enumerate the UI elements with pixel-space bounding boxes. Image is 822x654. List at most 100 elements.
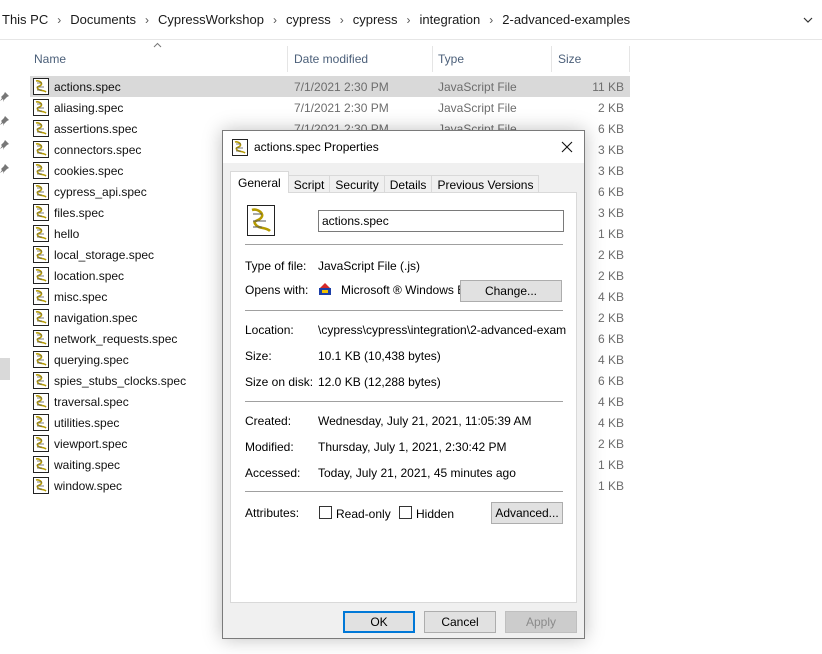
file-size: 11 KB [592,79,624,94]
breadcrumb-item[interactable]: cypress [353,12,398,27]
ok-button[interactable]: OK [343,611,415,633]
javascript-file-icon [33,414,49,431]
file-row[interactable]: aliasing.spec 7/1/2021 2:30 PM JavaScript … [30,97,630,118]
read-only-checkbox[interactable] [319,506,332,519]
file-name: local_storage.spec [54,247,155,262]
general-tab-panel: actions.spec Type of file: JavaScript Fi… [230,192,577,603]
tab-details[interactable]: Details [383,175,433,193]
breadcrumb-item[interactable]: CypressWorkshop [158,12,264,27]
type-of-file-value: JavaScript File (.js) [318,259,421,273]
breadcrumb-separator-icon[interactable]: › [57,13,61,27]
breadcrumb-item[interactable]: cypress [286,12,331,27]
column-divider[interactable] [287,46,288,72]
file-name: waiting.spec [54,457,121,472]
apply-button[interactable]: Apply [505,611,577,633]
change-button[interactable]: Change... [460,280,562,302]
javascript-file-icon [33,309,49,326]
modified-value: Thursday, July 1, 2021, 2:30:42 PM [318,440,507,454]
file-name: cookies.spec [54,163,124,178]
file-size: 2 KB [597,310,624,325]
opens-with-value: Microsoft ® Windows B [341,283,466,297]
file-name: navigation.spec [54,310,138,325]
column-header-date-modified[interactable]: Date modified [294,48,429,70]
file-name: misc.spec [54,289,108,304]
file-type: JavaScript File [438,100,517,115]
tab-security[interactable]: Security [329,175,385,193]
file-size: 4 KB [597,352,624,367]
tab-previous-versions[interactable]: Previous Versions [431,175,540,193]
column-divider[interactable] [629,46,630,72]
separator-line [245,401,563,402]
location-value[interactable]: \cypress\cypress\integration\2-advanced-… [318,323,566,337]
accessed-label: Accessed: [245,466,301,480]
javascript-file-icon [33,393,49,410]
breadcrumb-separator-icon[interactable]: › [145,13,149,27]
file-name: network_requests.spec [54,331,178,346]
javascript-file-icon [33,267,49,284]
nav-selected-item[interactable] [0,358,10,380]
javascript-file-icon [33,435,49,452]
size-on-disk-label: Size on disk: [245,375,314,389]
size-on-disk-value: 12.0 KB (12,288 bytes) [318,375,441,389]
filename-field[interactable]: actions.spec [318,210,564,232]
separator-line [245,491,563,492]
windows-script-host-icon [319,283,331,295]
file-size: 4 KB [597,415,624,430]
javascript-file-icon [33,372,49,389]
breadcrumb-separator-icon[interactable]: › [273,13,277,27]
file-size: 2 KB [597,100,624,115]
javascript-file-icon [33,246,49,263]
file-row[interactable]: actions.spec 7/1/2021 2:30 PM JavaScript F… [30,76,630,97]
column-divider[interactable] [432,46,433,72]
read-only-label[interactable]: Read-only [336,507,391,521]
breadcrumb: This PC › Documents › CypressWorkshop › cypres… [0,0,630,39]
dialog-title-bar[interactable]: actions.spec Properties [223,131,584,163]
close-button[interactable] [550,131,584,163]
file-size: 4 KB [597,394,624,409]
file-name: aliasing.spec [54,100,124,115]
pin-icon [0,140,9,150]
file-name: connectors.spec [54,142,142,157]
modified-label: Modified: [245,440,294,454]
javascript-file-icon [33,351,49,368]
breadcrumb-item[interactable]: integration [420,12,481,27]
javascript-file-icon [232,139,248,156]
hidden-checkbox[interactable] [399,506,412,519]
file-name: traversal.spec [54,394,129,409]
breadcrumb-item[interactable]: This PC [2,12,48,27]
file-size: 6 KB [597,184,624,199]
breadcrumb-separator-icon[interactable]: › [489,13,493,27]
column-header-name[interactable]: Name [34,48,284,70]
address-bar[interactable]: This PC › Documents › CypressWorkshop › cypres… [0,0,822,40]
javascript-file-icon [33,330,49,347]
breadcrumb-item[interactable]: Documents [70,12,136,27]
file-size: 1 KB [597,478,624,493]
file-name: assertions.spec [54,121,138,136]
column-divider[interactable] [551,46,552,72]
location-label: Location: [245,323,294,337]
properties-dialog: actions.spec Properties General Script Sec… [222,130,585,639]
file-name: hello [54,226,80,241]
javascript-file-icon [33,204,49,221]
column-header-size[interactable]: Size [558,48,628,70]
column-header-type[interactable]: Type [438,48,546,70]
file-name: cypress_api.spec [54,184,147,199]
file-name: actions.spec [54,79,121,94]
javascript-file-icon [33,477,49,494]
breadcrumb-separator-icon[interactable]: › [340,13,344,27]
tab-script[interactable]: Script [287,175,331,193]
hidden-label[interactable]: Hidden [416,507,454,521]
file-size: 6 KB [597,331,624,346]
chevron-down-icon[interactable] [802,14,814,26]
pin-icon [0,92,9,102]
advanced-button[interactable]: Advanced... [491,502,563,524]
tab-general[interactable]: General [230,171,289,193]
file-size: 6 KB [597,121,624,136]
breadcrumb-item[interactable]: 2-advanced-examples [502,12,630,27]
javascript-file-icon [33,120,49,137]
file-size: 3 KB [597,163,624,178]
cancel-button[interactable]: Cancel [424,611,496,633]
breadcrumb-separator-icon[interactable]: › [407,13,411,27]
file-name: files.spec [54,205,105,220]
navigation-pane [0,40,14,654]
